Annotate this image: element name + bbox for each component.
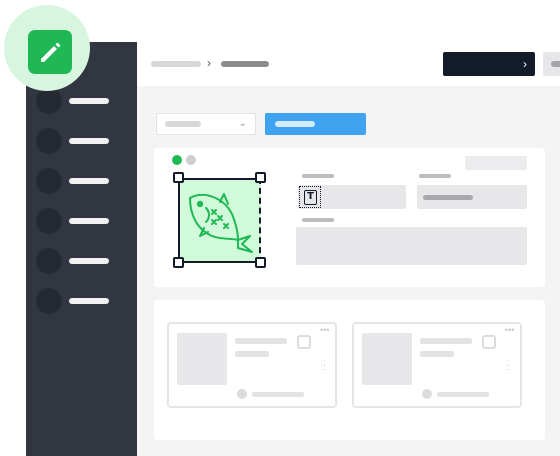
logo-square bbox=[28, 30, 72, 74]
stage: › › ⌄ ⌄ bbox=[0, 0, 560, 456]
resize-handle-bottom-left[interactable] bbox=[173, 257, 184, 268]
tile-title bbox=[420, 338, 472, 344]
app-logo[interactable] bbox=[4, 5, 90, 91]
sidebar-icon bbox=[36, 128, 62, 154]
field-label bbox=[302, 218, 334, 222]
sidebar-icon bbox=[36, 208, 62, 234]
text-tool-button[interactable]: T bbox=[299, 186, 321, 208]
sidebar-item-assets[interactable] bbox=[36, 208, 126, 234]
view-select-value bbox=[551, 61, 560, 67]
gallery-tile[interactable]: ••• :: :: bbox=[167, 322, 337, 408]
sidebar-item-home[interactable] bbox=[36, 88, 126, 114]
tile-subtitle bbox=[235, 351, 269, 357]
sidebar-item-label bbox=[69, 178, 109, 184]
select-field-value bbox=[423, 195, 473, 200]
sidebar-icon bbox=[36, 248, 62, 274]
select-field[interactable] bbox=[417, 185, 527, 209]
filter-select[interactable]: ⌄ bbox=[156, 113, 256, 135]
tile-meta bbox=[437, 392, 489, 397]
fish-icon bbox=[189, 193, 253, 253]
sidebar bbox=[26, 42, 137, 456]
gallery-card: ••• :: :: ••• :: :: bbox=[154, 300, 545, 440]
field-label bbox=[419, 174, 451, 178]
status-dot-inactive bbox=[186, 155, 196, 165]
sidebar-item-label bbox=[69, 298, 109, 304]
sidebar-item-designs[interactable] bbox=[36, 128, 126, 154]
field-label bbox=[302, 174, 334, 178]
tile-meta bbox=[252, 392, 304, 397]
tile-thumbnail bbox=[362, 333, 412, 385]
drag-handle-icon[interactable]: :: :: bbox=[506, 359, 514, 372]
app-window: › › ⌄ ⌄ bbox=[26, 42, 560, 456]
view-select[interactable]: ⌄ bbox=[543, 52, 560, 76]
sidebar-icon bbox=[36, 288, 62, 314]
tile-avatar bbox=[237, 389, 247, 399]
more-icon[interactable]: ••• bbox=[505, 326, 514, 335]
status-dot-active bbox=[172, 155, 182, 165]
tile-avatar bbox=[422, 389, 432, 399]
sidebar-item-label bbox=[69, 258, 109, 264]
create-button[interactable] bbox=[265, 113, 366, 135]
tile-checkbox[interactable] bbox=[297, 335, 311, 349]
breadcrumb-item-current bbox=[221, 61, 269, 67]
sidebar-item-label bbox=[69, 98, 109, 104]
resize-handle-bottom-right[interactable] bbox=[255, 257, 266, 268]
tile-title bbox=[235, 338, 287, 344]
drag-handle-icon[interactable]: :: :: bbox=[321, 359, 329, 372]
sidebar-icon bbox=[36, 168, 62, 194]
sidebar-item-label bbox=[69, 138, 109, 144]
description-field[interactable] bbox=[296, 227, 527, 265]
breadcrumb-chevron-icon: › bbox=[207, 56, 211, 70]
resize-handle-top-left[interactable] bbox=[173, 172, 184, 183]
resize-handle-top-right[interactable] bbox=[255, 172, 266, 183]
selected-image-element[interactable] bbox=[178, 178, 261, 263]
chevron-right-icon: › bbox=[523, 57, 527, 71]
chevron-down-icon: ⌄ bbox=[238, 118, 247, 129]
tile-subtitle bbox=[420, 351, 454, 357]
more-icon[interactable]: ••• bbox=[320, 326, 329, 335]
pencil-icon bbox=[41, 42, 61, 62]
filter-select-value bbox=[165, 121, 201, 127]
sidebar-item-team[interactable] bbox=[36, 248, 126, 274]
text-tool-icon: T bbox=[304, 190, 317, 205]
sidebar-item-label bbox=[69, 218, 109, 224]
card-action-placeholder[interactable] bbox=[465, 156, 527, 170]
publish-button[interactable]: › bbox=[443, 52, 535, 76]
tile-checkbox[interactable] bbox=[482, 335, 496, 349]
breadcrumb-item-projects[interactable] bbox=[151, 61, 201, 67]
create-button-label bbox=[275, 121, 315, 127]
gallery-tile[interactable]: ••• :: :: bbox=[352, 322, 522, 408]
sidebar-item-templates[interactable] bbox=[36, 168, 126, 194]
top-bar: › › ⌄ bbox=[137, 42, 560, 86]
sidebar-icon bbox=[36, 88, 62, 114]
sidebar-item-settings[interactable] bbox=[36, 288, 126, 314]
tile-thumbnail bbox=[177, 333, 227, 385]
